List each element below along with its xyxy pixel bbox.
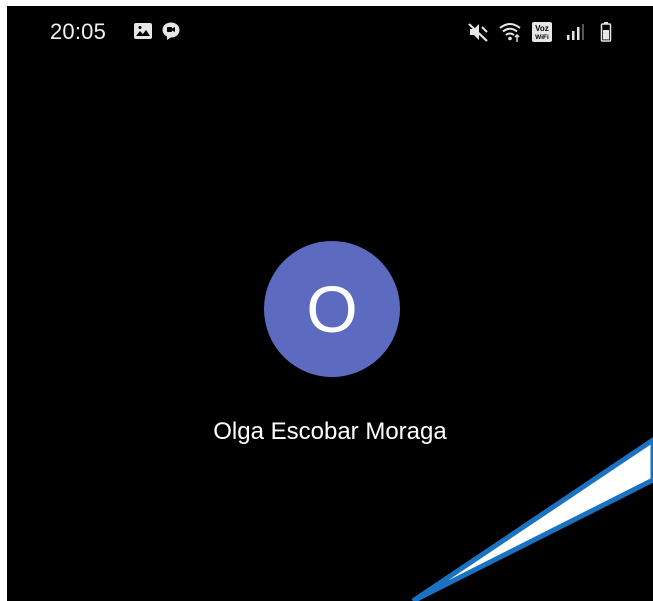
mute-icon xyxy=(467,21,489,43)
voz-wifi-label-bottom: WiFi xyxy=(535,34,549,41)
gallery-icon xyxy=(133,21,153,41)
status-bar: 20:05 Voz WiFi xyxy=(7,6,653,60)
status-icons-right: Voz WiFi xyxy=(467,21,617,43)
avatar-initial: O xyxy=(306,272,358,346)
voz-wifi-label-top: Voz xyxy=(535,24,549,33)
contact-avatar: O xyxy=(264,241,400,377)
signal-icon xyxy=(563,21,585,43)
status-time: 20:05 xyxy=(50,19,107,44)
contact-name: Olga Escobar Moraga xyxy=(213,418,447,445)
call-screen: 20:05 Voz WiFi O Olga Escobar Moraga xyxy=(7,6,653,601)
voz-wifi-icon: Voz WiFi xyxy=(531,21,553,43)
battery-icon xyxy=(595,21,617,43)
chat-icon xyxy=(161,21,181,41)
wifi-icon xyxy=(499,21,521,43)
